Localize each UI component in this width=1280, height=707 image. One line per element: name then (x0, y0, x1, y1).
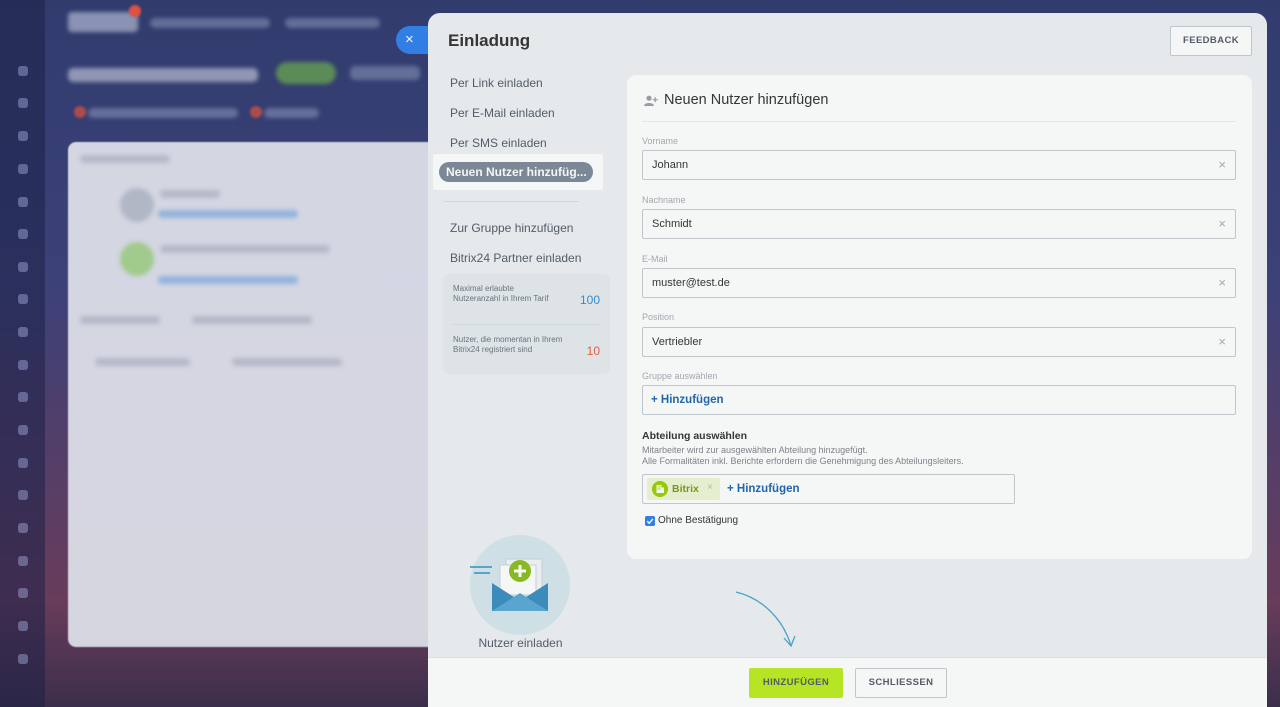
max-users-label: Maximal erlaubte Nutzeranzahl in Ihrem T… (453, 284, 549, 303)
user-limit-stats: Maximal erlaubte Nutzeranzahl in Ihrem T… (443, 274, 610, 374)
add-department-link[interactable]: + Hinzufügen (727, 483, 800, 495)
close-icon: × (405, 31, 414, 48)
add-group-link[interactable]: + Hinzufügen (651, 394, 724, 406)
group-label: Gruppe auswählen (642, 371, 718, 381)
background-row (95, 358, 190, 366)
menu-divider (444, 201, 579, 202)
form-title: Neuen Nutzer hinzufügen (664, 92, 829, 108)
background-toolbar (88, 108, 238, 118)
envelope-plus-icon (468, 535, 570, 635)
menu-item-email-invite[interactable]: Per E-Mail einladen (450, 106, 555, 120)
add-button[interactable]: HINZUFÜGEN (749, 668, 843, 698)
confirmation-checkbox[interactable] (645, 516, 655, 526)
department-hint: Mitarbeiter wird zur ausgewählten Abteil… (642, 445, 964, 467)
background-red-marker (74, 106, 86, 118)
email-label: E-Mail (642, 254, 668, 264)
background-row (232, 358, 342, 366)
department-title: Abteilung auswählen (642, 430, 748, 442)
position-label: Position (642, 312, 675, 322)
background-row (158, 276, 298, 284)
menu-item-add-user-label[interactable]: Neuen Nutzer hinzufüg... (439, 162, 593, 182)
clear-email-icon[interactable]: × (1218, 275, 1226, 290)
department-hint-line: Mitarbeiter wird zur ausgewählten Abteil… (642, 445, 868, 455)
clear-position-icon[interactable]: × (1218, 334, 1226, 349)
form-header: Neuen Nutzer hinzufügen (642, 92, 1236, 122)
firstname-value: Johann (652, 159, 689, 171)
background-row (80, 316, 160, 324)
background-row (192, 316, 312, 324)
background-left-menu (0, 0, 45, 707)
department-hint-line: Alle Formalitäten inkl. Berichte erforde… (642, 456, 964, 466)
max-users-value: 100 (579, 293, 600, 307)
confirmation-label: Ohne Bestätigung (658, 515, 739, 526)
current-users-value: 10 (586, 344, 600, 358)
illustration-caption: Nutzer einladen (478, 636, 563, 650)
menu-item-add-to-group[interactable]: Zur Gruppe hinzufügen (450, 221, 573, 235)
background-logo (68, 12, 138, 32)
slider-title: Einladung (448, 31, 531, 50)
menu-item-link-invite[interactable]: Per Link einladen (450, 76, 543, 90)
background-filter (350, 66, 420, 80)
background-header-bar (150, 18, 270, 28)
department-select[interactable]: Bitrix × + Hinzufügen (642, 474, 1015, 504)
group-select[interactable]: + Hinzufügen (642, 385, 1236, 415)
firstname-label: Vorname (642, 136, 679, 146)
background-row (160, 245, 330, 253)
background-row (158, 210, 298, 218)
menu-item-sms-invite[interactable]: Per SMS einladen (450, 136, 547, 150)
user-plus-icon (644, 95, 658, 106)
menu-item-add-user: Neuen Nutzer hinzufüg... (433, 154, 603, 190)
menu-item-partner-invite[interactable]: Bitrix24 Partner einladen (450, 251, 581, 265)
add-user-form: Neuen Nutzer hinzufügen Vorname Johann ×… (627, 75, 1252, 559)
firstname-field[interactable]: Johann × (642, 150, 1236, 180)
remove-department-icon[interactable]: × (707, 482, 713, 493)
position-value: Vertriebler (652, 336, 703, 348)
clear-lastname-icon[interactable]: × (1218, 216, 1226, 231)
background-notification-dot (129, 5, 141, 17)
background-row (80, 155, 170, 163)
current-users-label: Nutzer, die momentan in Ihrem Bitrix24 r… (453, 335, 563, 354)
stats-divider (453, 324, 600, 325)
feedback-button[interactable]: FEEDBACK (1170, 26, 1252, 56)
background-page-title (68, 68, 258, 82)
clear-firstname-icon[interactable]: × (1218, 157, 1226, 172)
background-toolbar (264, 108, 319, 118)
email-field[interactable]: muster@test.de × (642, 268, 1236, 298)
background-green-button (276, 62, 336, 84)
building-icon (652, 481, 668, 497)
footer-bar: HINZUFÜGEN SCHLIESSEN (428, 657, 1267, 707)
background-red-marker (250, 106, 262, 118)
lastname-label: Nachname (642, 195, 686, 205)
arrow-icon (735, 591, 796, 648)
lastname-field[interactable]: Schmidt × (642, 209, 1236, 239)
close-button[interactable]: SCHLIESSEN (855, 668, 947, 698)
invite-slider: Einladung FEEDBACK Per Link einladen Per… (428, 13, 1267, 707)
background-row (160, 190, 220, 198)
email-value: muster@test.de (652, 277, 730, 289)
department-tag-label: Bitrix (672, 483, 699, 495)
background-header-bar (285, 18, 380, 28)
background-avatar (120, 188, 154, 222)
lastname-value: Schmidt (652, 218, 692, 230)
department-tag: Bitrix × (647, 478, 720, 500)
background-avatar (120, 242, 154, 276)
position-field[interactable]: Vertriebler × (642, 327, 1236, 357)
